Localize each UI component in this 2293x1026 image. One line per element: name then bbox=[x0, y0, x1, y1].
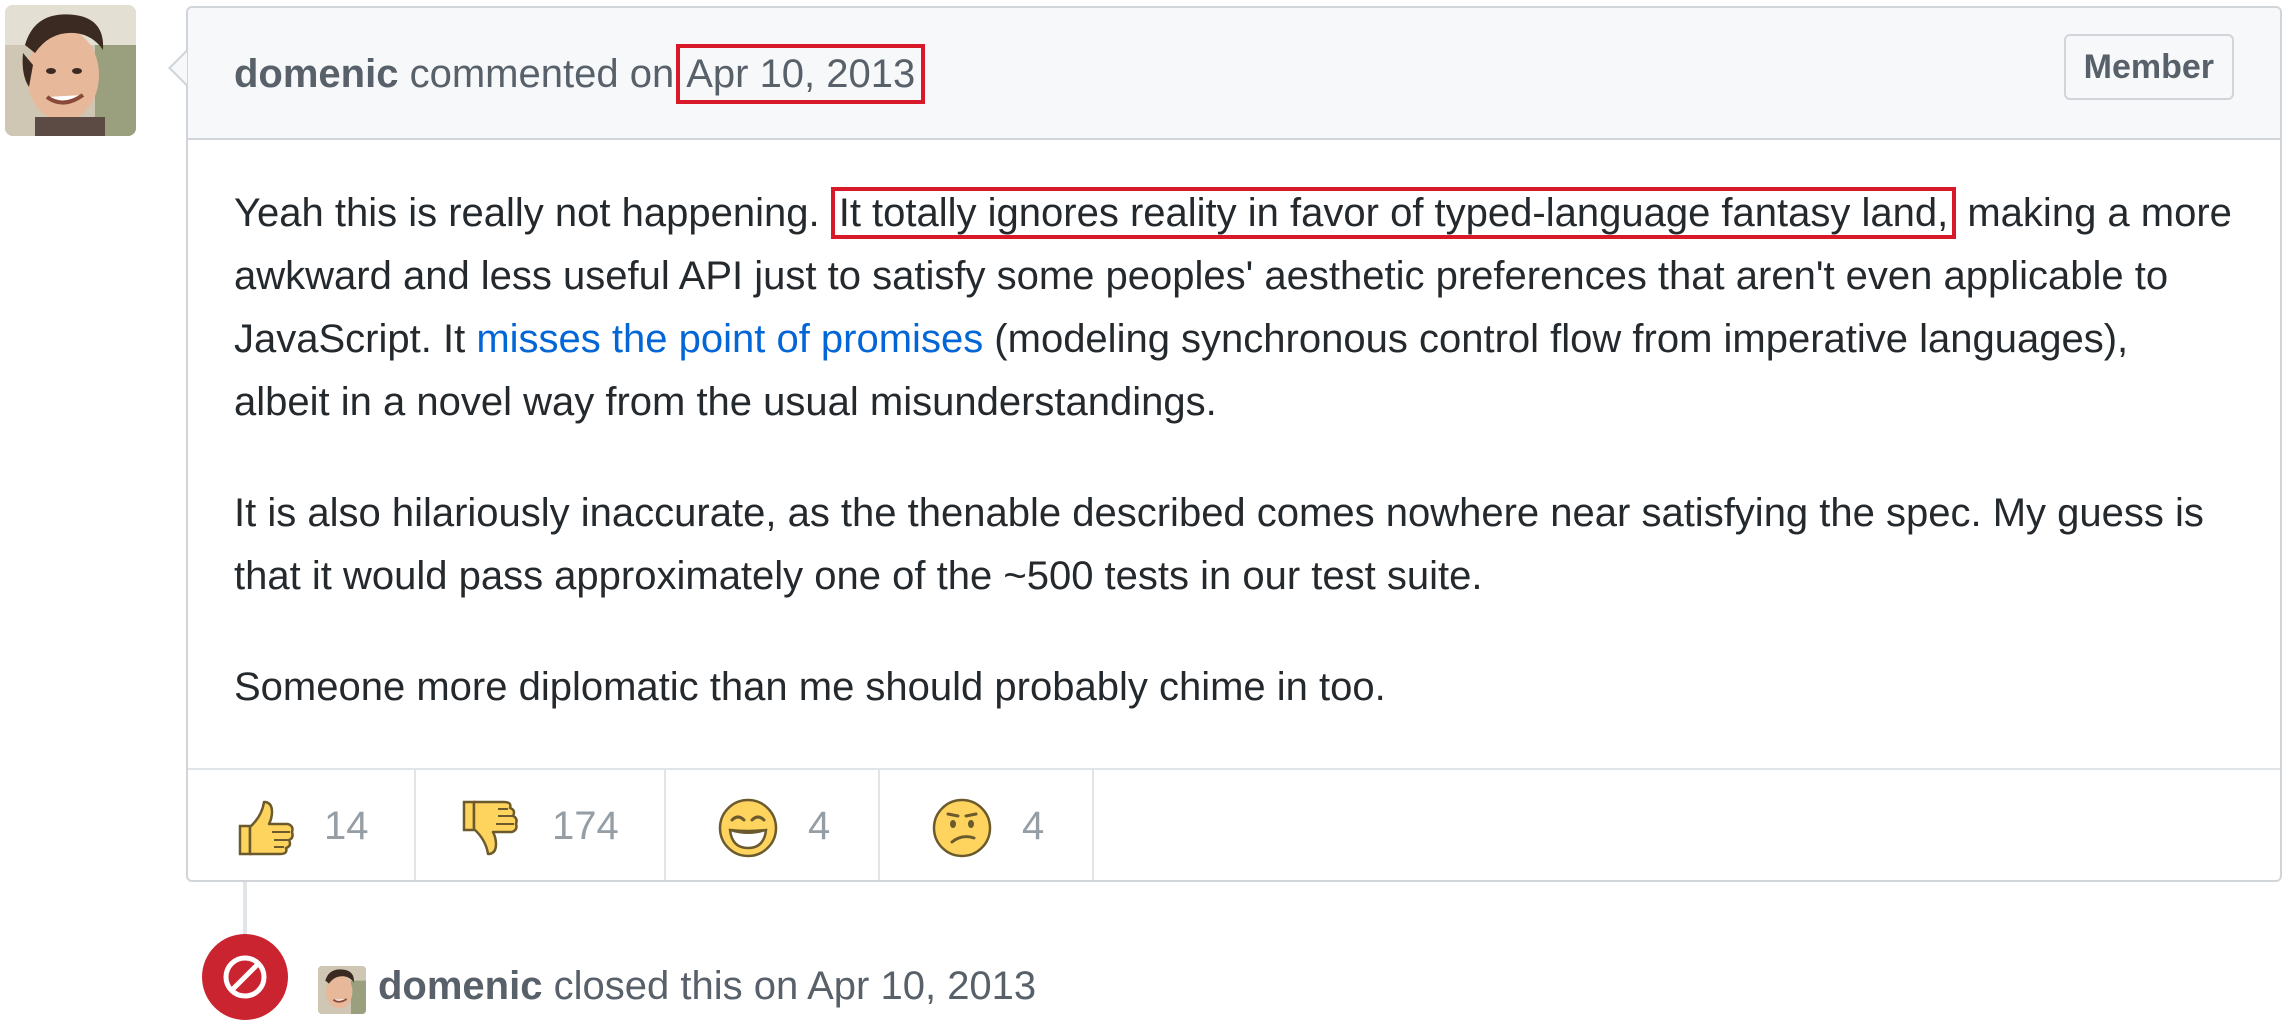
avatar-image bbox=[318, 966, 366, 1014]
comment-header: domenic commented on Apr 10, 2013 Member bbox=[188, 8, 2280, 140]
comment-author-link[interactable]: domenic bbox=[234, 52, 398, 96]
highlighted-text: It totally ignores reality in favor of t… bbox=[830, 187, 1957, 239]
reaction-count: 14 bbox=[324, 804, 369, 848]
comment-date-link[interactable]: Apr 10, 2013 bbox=[676, 44, 926, 104]
reaction-thumbs-down[interactable]: 174 bbox=[416, 770, 666, 880]
closed-event-badge bbox=[202, 934, 288, 1020]
p1-text-1: Yeah this is really not happening. bbox=[234, 191, 831, 235]
comment-arrow-inner bbox=[171, 52, 187, 84]
avatar-image bbox=[5, 5, 136, 136]
laugh-icon bbox=[718, 798, 778, 858]
comment-body: Yeah this is really not happening. It to… bbox=[234, 182, 2234, 767]
comment-action-text: commented on bbox=[409, 52, 675, 96]
comment-box: domenic commented on Apr 10, 2013 Member … bbox=[186, 6, 2282, 882]
reaction-laugh[interactable]: 4 bbox=[666, 770, 880, 880]
reaction-thumbs-up[interactable]: 14 bbox=[188, 770, 416, 880]
confused-icon bbox=[932, 798, 992, 858]
reactions-bar: 14 174 4 4 bbox=[188, 768, 2280, 880]
closed-event-text: domenic closed this on Apr 10, 2013 bbox=[378, 958, 1036, 1014]
reaction-count: 4 bbox=[808, 804, 831, 848]
event-author-link[interactable]: domenic bbox=[378, 964, 542, 1008]
reaction-confused[interactable]: 4 bbox=[880, 770, 1094, 880]
reaction-count: 4 bbox=[1022, 804, 1045, 848]
comment-paragraph-2: It is also hilariously inaccurate, as th… bbox=[234, 491, 2204, 598]
commenter-avatar[interactable] bbox=[5, 5, 136, 136]
event-date-link[interactable]: Apr 10, 2013 bbox=[807, 964, 1036, 1008]
thumbs-down-icon bbox=[462, 800, 518, 856]
event-actor-avatar[interactable] bbox=[318, 966, 366, 1014]
reaction-count: 174 bbox=[552, 804, 619, 848]
event-action-text: closed this on bbox=[553, 964, 799, 1008]
comment-paragraph-1: Yeah this is really not happening. It to… bbox=[234, 182, 2234, 434]
comment-header-text: domenic commented on Apr 10, 2013 bbox=[234, 44, 926, 104]
circle-slash-icon bbox=[223, 955, 267, 999]
member-badge: Member bbox=[2063, 34, 2234, 100]
thumbs-up-icon bbox=[238, 800, 294, 856]
misses-the-point-link[interactable]: misses the point of promises bbox=[476, 317, 983, 361]
comment-paragraph-3: Someone more diplomatic than me should p… bbox=[234, 665, 1386, 709]
